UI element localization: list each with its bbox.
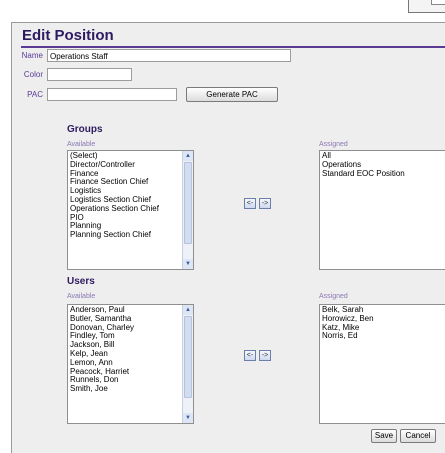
list-item[interactable]: Planning Section Chief <box>70 230 159 240</box>
window-corner-icon <box>431 0 445 5</box>
users-assigned-list[interactable]: Belk, Sarah Horowicz, Ben Katz, Mike Norris… <box>319 304 445 424</box>
chevron-up-icon[interactable]: ▲ <box>183 305 193 315</box>
groups-available-list[interactable]: (Select) Director/Controller Finance Financ… <box>67 150 194 270</box>
list-item[interactable]: Standard EOC Position <box>322 169 405 179</box>
groups-move-left-button[interactable]: <- <box>244 198 256 209</box>
color-input[interactable] <box>47 68 132 81</box>
groups-move-right-button[interactable]: -> <box>259 198 271 209</box>
pac-input[interactable] <box>47 88 177 101</box>
chevron-down-icon[interactable]: ▼ <box>183 259 193 269</box>
groups-assigned-items: All Operations Standard EOC Position <box>322 151 405 179</box>
groups-available-label: Available <box>67 141 96 148</box>
groups-available-items: (Select) Director/Controller Finance Financ… <box>70 151 159 240</box>
users-available-list[interactable]: Anderson, Paul Butler, Samantha Donovan, C… <box>67 304 194 424</box>
users-heading: Users <box>67 276 95 287</box>
list-item[interactable]: Norris, Ed <box>322 332 374 341</box>
users-assigned-items: Belk, Sarah Horowicz, Ben Katz, Mike Norris… <box>322 305 374 341</box>
name-input[interactable]: Operations Staff <box>47 49 291 62</box>
groups-heading: Groups <box>67 124 103 135</box>
users-assigned-label: Assigned <box>319 293 348 300</box>
users-move-left-button[interactable]: <- <box>244 350 256 361</box>
pac-label: PAC <box>27 90 43 99</box>
groups-available-scrollbar[interactable]: ▲ ▼ <box>182 151 193 269</box>
name-label: Name <box>21 51 43 60</box>
generate-pac-button[interactable]: Generate PAC <box>186 87 278 102</box>
chevron-down-icon[interactable]: ▼ <box>183 413 193 423</box>
cancel-button[interactable]: Cancel <box>400 429 436 443</box>
list-item[interactable]: Smith, Joe <box>70 384 134 394</box>
groups-assigned-label: Assigned <box>319 141 348 148</box>
save-button[interactable]: Save <box>371 429 397 443</box>
users-available-scrollbar[interactable]: ▲ ▼ <box>182 305 193 423</box>
users-available-items: Anderson, Paul Butler, Samantha Donovan, C… <box>70 305 134 394</box>
chevron-up-icon[interactable]: ▲ <box>183 151 193 161</box>
users-available-label: Available <box>67 293 96 300</box>
groups-assigned-list[interactable]: All Operations Standard EOC Position <box>319 150 445 270</box>
scroll-thumb[interactable] <box>184 162 192 244</box>
scroll-thumb[interactable] <box>184 316 192 398</box>
page-title: Edit Position <box>22 27 114 44</box>
window-corner-control <box>408 0 445 13</box>
users-move-right-button[interactable]: -> <box>259 350 271 361</box>
edit-position-panel: Edit Position Name Operations Staff Colo… <box>11 22 445 453</box>
title-divider <box>21 46 445 48</box>
color-label: Color <box>23 70 43 79</box>
